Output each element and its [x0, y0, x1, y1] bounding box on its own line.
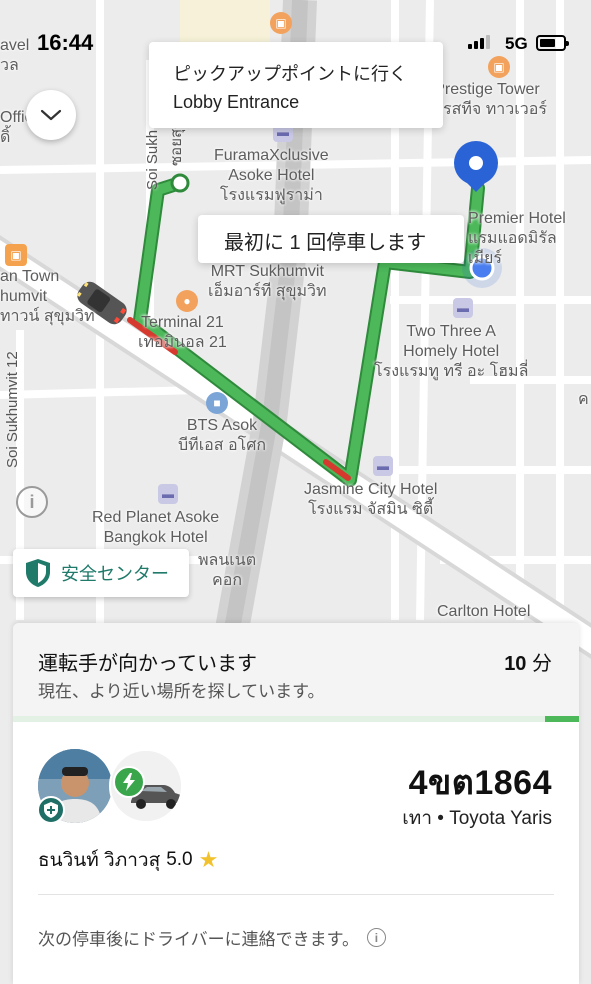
- electric-vehicle-badge: [113, 766, 145, 798]
- map-label-terminal21: Terminal 21 เทอมินอล 21: [138, 314, 227, 351]
- ride-tracking-screen: ▣ ▣ ▬ ▬ ▬ ▬ ● ■ ▣ Prestige Tower เพรสทีจ …: [0, 0, 591, 984]
- hotel-icon: ▬: [158, 484, 178, 504]
- eta-value: 10: [504, 653, 527, 675]
- train-station-icon: ■: [206, 392, 228, 414]
- collapse-button[interactable]: [26, 90, 76, 140]
- trip-status-subtitle: 現在、より近い場所を探しています。: [38, 682, 325, 701]
- chevron-down-icon: [40, 109, 62, 121]
- safety-center-button[interactable]: 安全センター: [13, 549, 189, 597]
- battery-icon: [536, 35, 569, 51]
- verified-driver-badge: [37, 796, 65, 824]
- map-label-furama: FuramaXclusive Asoke Hotel โรงแรมฟูราม่า: [214, 147, 329, 204]
- trip-progress-bar: [13, 716, 579, 722]
- eta-unit: 分: [532, 653, 552, 675]
- pickup-callout-title: ピックアップポイントに行く: [173, 64, 407, 84]
- pickup-callout-location: Lobby Entrance: [173, 92, 300, 112]
- trip-status-header: 運転手が向かっています 10 分 現在、より近い場所を探しています。: [13, 623, 579, 722]
- stop-callout: 最初に 1 回停車します: [198, 215, 464, 263]
- map-label-red-planet-th: พลนเนต คอก: [198, 552, 257, 589]
- map-label-jasmine: Jasmine City Hotel โรงแรม จัสมิน ซิตี้: [304, 481, 438, 518]
- license-plate: 4ขต1864: [408, 764, 552, 802]
- map-label-edge: ค: [578, 391, 589, 408]
- hotel-icon: ▬: [373, 456, 393, 476]
- clock: 16:44: [37, 30, 94, 55]
- shopping-bag-icon: ●: [176, 290, 198, 312]
- pickup-callout[interactable]: ピックアップポイントに行く Lobby Entrance: [149, 42, 443, 128]
- eta: 10 分: [504, 647, 552, 676]
- contact-note-text: 次の停車後にドライバーに連絡できます。: [38, 930, 359, 949]
- cellular-signal-icon: [468, 35, 490, 49]
- street-label-soi-sukh: Soi Sukh: [144, 129, 161, 190]
- info-icon: i: [29, 491, 35, 512]
- driver-name: ธนวินท์ วิภาวสุ: [38, 850, 161, 871]
- info-icon[interactable]: i: [366, 928, 386, 947]
- map-label-town: an Town humvit ทาวน์ สุขุมวิท: [0, 268, 95, 325]
- contact-note: 次の停車後にドライバーに連絡できます。 i: [38, 925, 386, 950]
- safety-center-label: 安全センター: [61, 564, 169, 584]
- shield-plus-icon: [44, 802, 58, 818]
- driver-rating: 5.0: [166, 849, 193, 870]
- map-label-mrt: MRT Sukhumvit เอ็มอาร์ที สุขุมวิท: [208, 263, 327, 300]
- driver-info[interactable]: ธนวินท์ วิภาวสุ 5.0 ★: [38, 845, 218, 875]
- map-info-button[interactable]: i: [16, 486, 48, 518]
- hotel-icon: ▬: [453, 298, 473, 318]
- map-label-premier: Premier Hotel แรมแอดมิรัล เมียร์: [468, 210, 566, 267]
- trip-bottom-sheet[interactable]: 運転手が向かっています 10 分 現在、より近い場所を探しています。 4ขต18…: [13, 623, 579, 984]
- lightning-icon: [123, 773, 135, 791]
- map-label-two-three: Two Three A Homely Hotel โรงแรมทู ทรี อะ โ…: [374, 323, 529, 380]
- divider: [38, 894, 554, 895]
- map-label-bts: BTS Asok บีทีเอส อโศก: [178, 417, 267, 454]
- trip-status-title: 運転手が向かっています: [38, 653, 257, 675]
- map-label-red-planet: Red Planet Asoke Bangkok Hotel: [92, 509, 220, 546]
- shield-icon: [26, 559, 50, 587]
- map-label-carlton: Carlton Hotel: [437, 603, 531, 620]
- vehicle-description: เทา • Toyota Yaris: [402, 808, 552, 829]
- shop-icon: ▣: [5, 244, 27, 266]
- street-label-soi-12: Soi Sukhumvit 12: [4, 351, 21, 468]
- star-icon: ★: [198, 847, 219, 872]
- network-type: 5G: [505, 34, 528, 53]
- trip-progress-fill: [545, 716, 579, 722]
